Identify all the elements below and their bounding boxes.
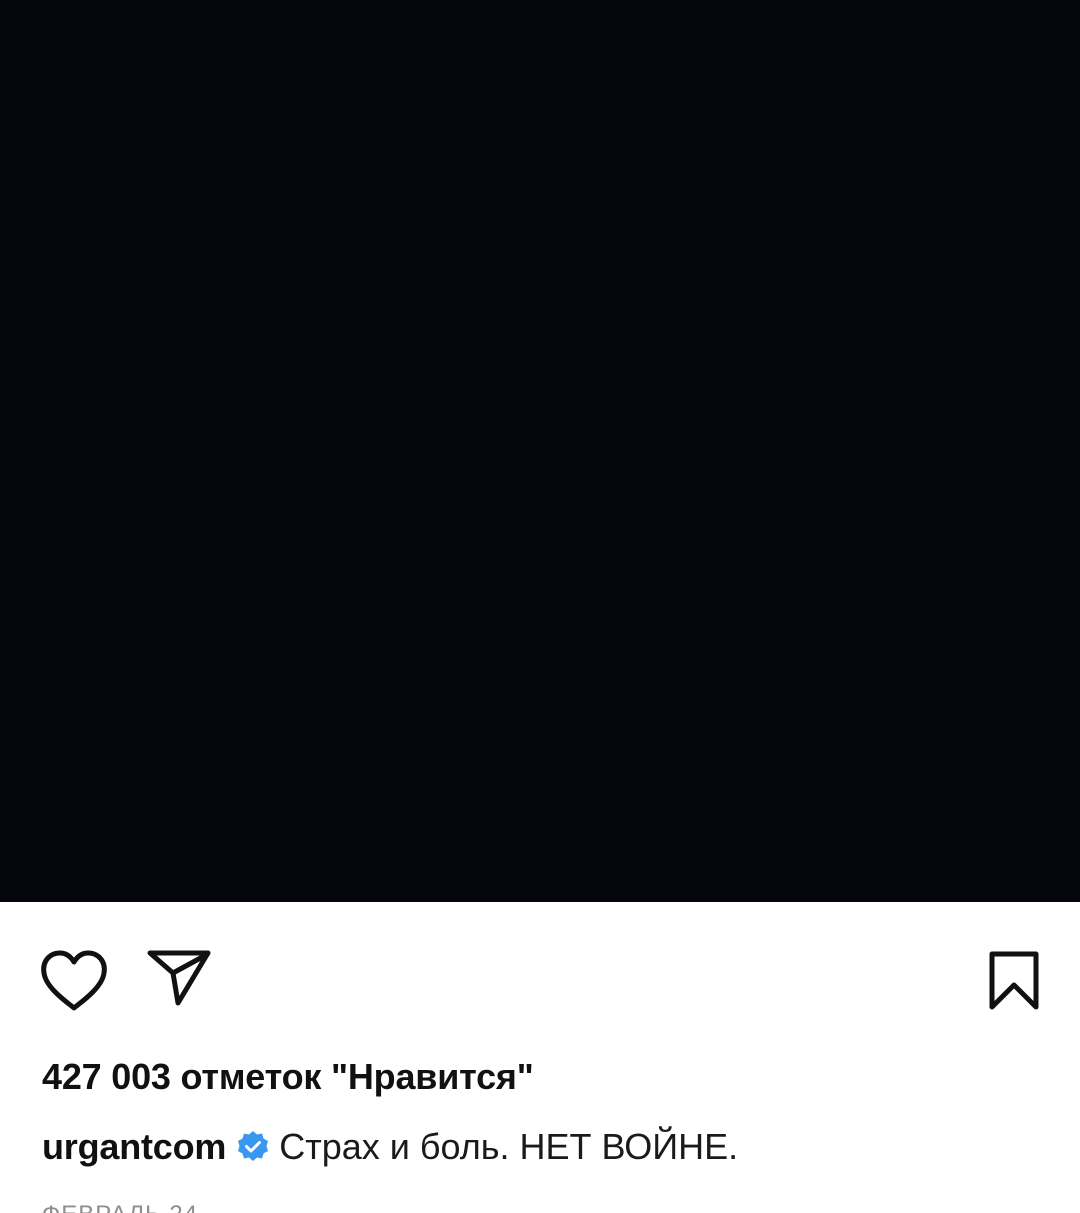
- author-username[interactable]: urgantcom: [42, 1125, 226, 1169]
- paper-plane-icon[interactable]: [146, 949, 212, 1007]
- heart-outline-icon[interactable]: [38, 947, 110, 1015]
- caption-text: Страх и боль. НЕТ ВОЙНЕ.: [279, 1126, 739, 1167]
- bookmark-outline-icon[interactable]: [986, 950, 1042, 1012]
- post-caption: urgantcom Страх и боль. НЕТ ВОЙНЕ.: [42, 1123, 738, 1171]
- instagram-post: 427 003 отметок "Нравится" urgantcom Стр…: [0, 0, 1080, 1213]
- post-date: ФЕВРАЛЬ 24: [42, 1200, 198, 1213]
- verified-badge-icon: [238, 1131, 269, 1161]
- likes-count[interactable]: 427 003 отметок "Нравится": [42, 1055, 534, 1099]
- post-media-black-image[interactable]: [0, 0, 1080, 902]
